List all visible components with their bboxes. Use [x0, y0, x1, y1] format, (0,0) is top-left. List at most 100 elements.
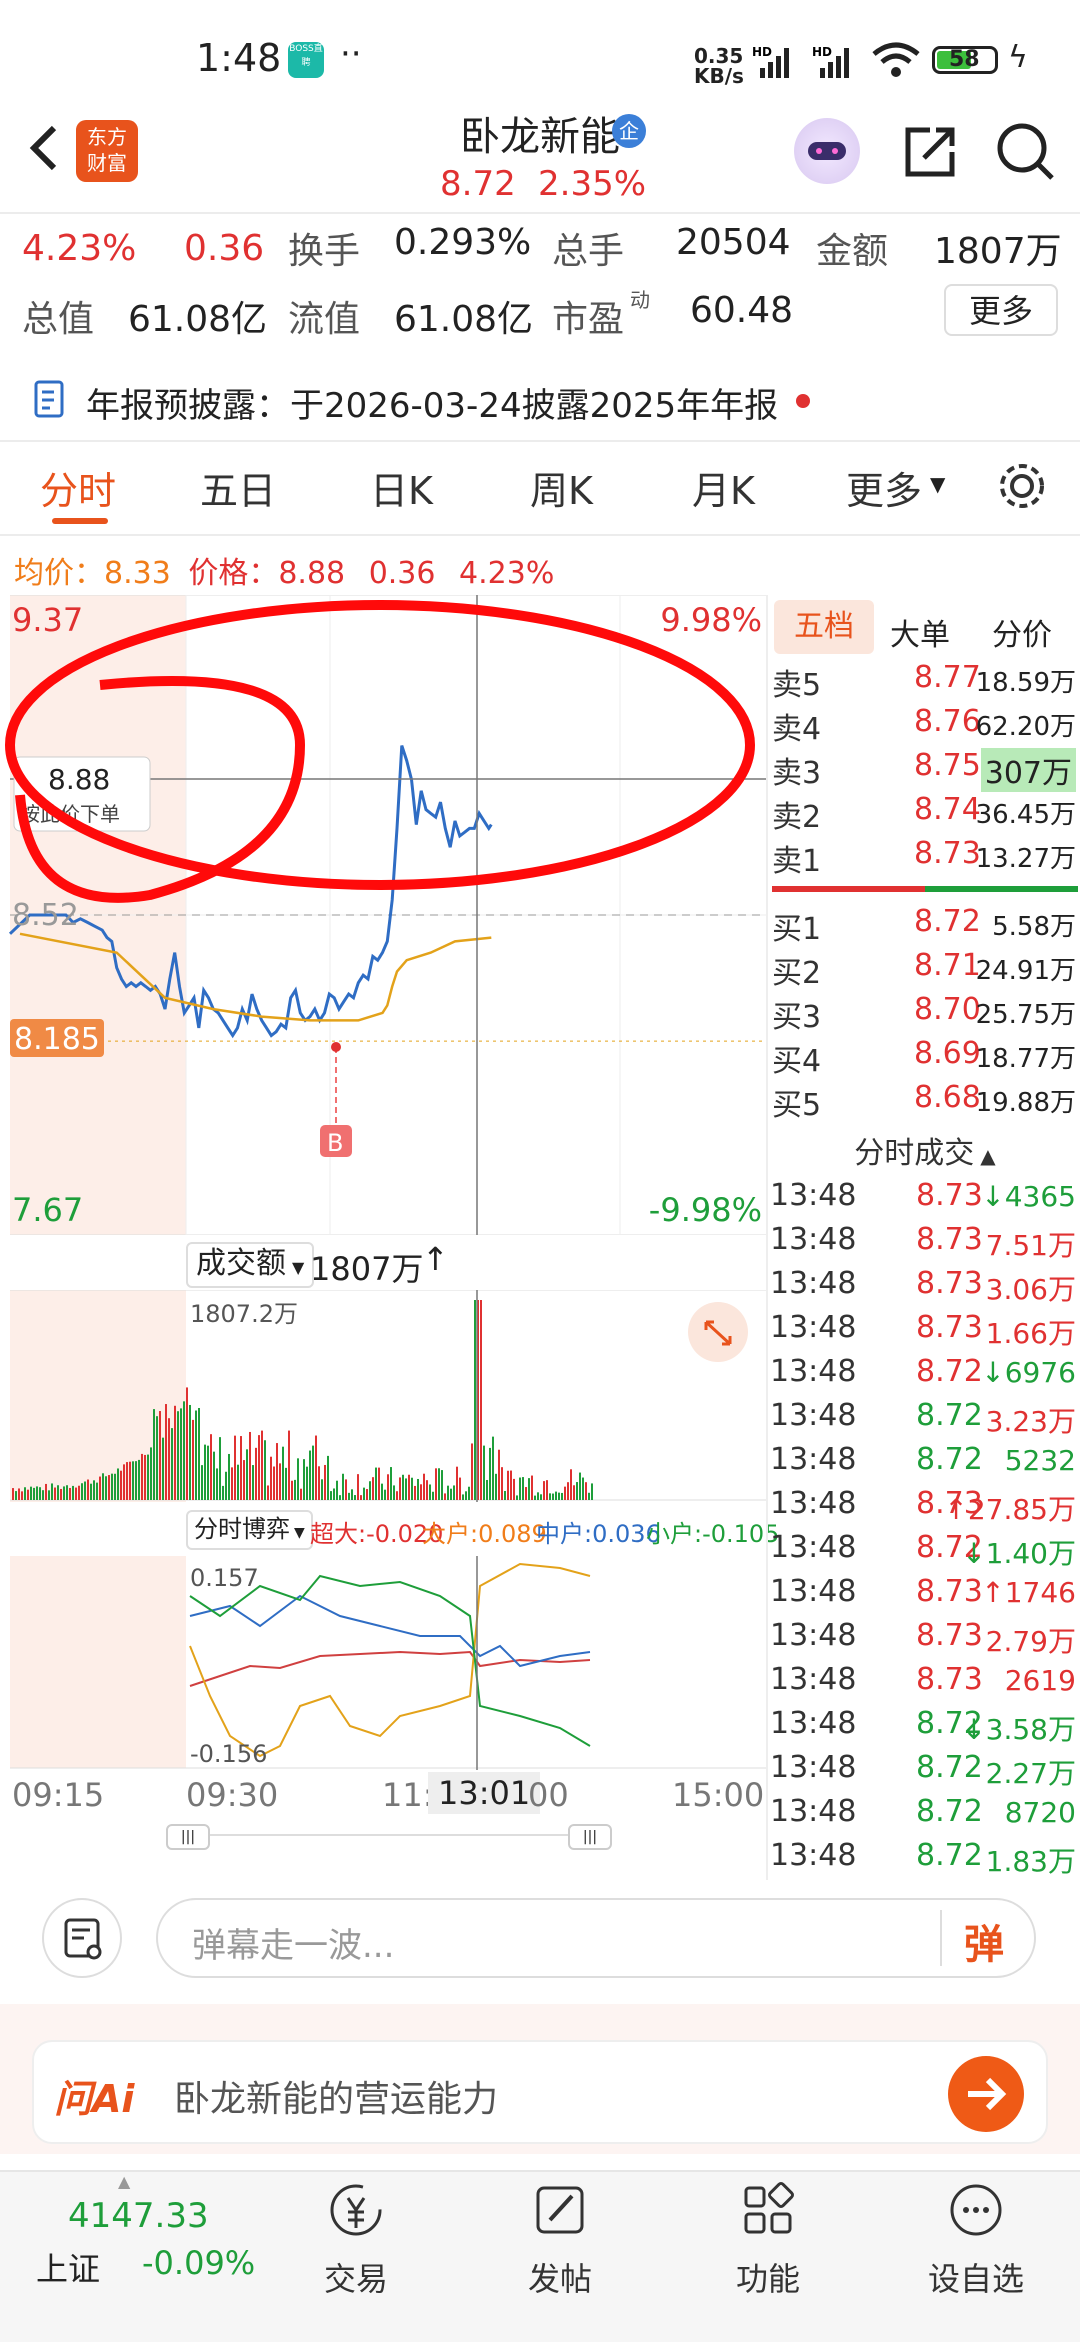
- ask-price: 8.76: [914, 704, 981, 739]
- volume-bar: [141, 1453, 143, 1500]
- trade-price: 8.73: [916, 1178, 983, 1213]
- ai-go-button[interactable]: [948, 2056, 1024, 2132]
- volume-max-label: 1807.2万: [190, 1300, 298, 1328]
- trade-time: 13:48: [770, 1574, 857, 1609]
- ask-row[interactable]: 卖4 8.76 62.20万: [772, 704, 1078, 748]
- nav-trade-label: 交易: [323, 2260, 388, 2298]
- ask-row[interactable]: 卖5 8.77 18.59万: [772, 660, 1078, 704]
- volume-bar: [432, 1491, 434, 1500]
- volume-bar: [36, 1486, 38, 1500]
- enterprise-badge: 企: [612, 114, 646, 148]
- settings-gear-icon[interactable]: [994, 458, 1050, 514]
- volume-bar: [459, 1477, 461, 1500]
- nav-functions-label: 功能: [735, 2260, 800, 2298]
- bid-row[interactable]: 买3 8.70 25.75万: [772, 992, 1078, 1036]
- volume-bar: [27, 1489, 29, 1500]
- nav-post[interactable]: 发帖: [490, 2180, 630, 2300]
- stat-vol: 20504: [676, 222, 791, 263]
- nav-trade[interactable]: 交易: [286, 2180, 426, 2300]
- ask-row[interactable]: 卖2 8.74 36.45万: [772, 792, 1078, 836]
- trade-row: 13:48 8.73 ↑1746: [770, 1574, 1080, 1618]
- bid-row[interactable]: 买2 8.71 24.91万: [772, 948, 1078, 992]
- bid-price: 8.69: [914, 1036, 981, 1071]
- volume-bar: [60, 1488, 62, 1500]
- index-value[interactable]: 4147.33: [68, 2196, 209, 2236]
- summary-pct: 4.23%: [459, 556, 555, 591]
- trade-volume: ↑1746: [981, 1576, 1076, 1609]
- volume-bar: [219, 1437, 221, 1500]
- flow-label: 分时博弈: [194, 1515, 290, 1543]
- trade-row: 13:48 8.73 ↓4365: [770, 1178, 1080, 1222]
- volume-bar: [591, 1483, 593, 1500]
- tab-more[interactable]: 更多: [846, 460, 922, 515]
- flow-max-label: 0.157: [190, 1564, 259, 1592]
- volume-bar: [126, 1462, 128, 1500]
- ask-row[interactable]: 卖1 8.73 13.27万: [772, 836, 1078, 880]
- range-slider[interactable]: ||| |||: [166, 1824, 612, 1858]
- nav-functions[interactable]: 功能: [698, 2180, 838, 2300]
- ai-ask-bar[interactable]: 问Ai 卧龙新能的营运能力: [32, 2040, 1048, 2144]
- volume-bar: [363, 1487, 365, 1500]
- nav-watchlist[interactable]: 设自选: [906, 2180, 1046, 2300]
- slider-handle-left[interactable]: |||: [166, 1824, 210, 1850]
- more-stats-button[interactable]: 更多: [944, 284, 1058, 336]
- volume-selector[interactable]: 成交额 ▼: [186, 1242, 315, 1288]
- price-summary: 均价：8.33 价格：8.88 0.36 4.23%: [14, 548, 554, 592]
- buy-marker-dot: [331, 1042, 341, 1052]
- orderbook-tab-large[interactable]: 大单: [890, 610, 950, 654]
- ask-level: 卖5: [772, 668, 822, 703]
- ai-prompt: 卧龙新能的营运能力: [174, 2079, 499, 2120]
- tabs-divider: [0, 534, 1080, 536]
- bid-row[interactable]: 买5 8.68 19.88万: [772, 1080, 1078, 1124]
- nav-caret-icon: ▲: [118, 2172, 131, 2191]
- trade-time: 13:48: [770, 1354, 857, 1389]
- robot-avatar-icon[interactable]: [794, 118, 860, 184]
- volume-bar: [567, 1482, 569, 1500]
- orderbook-tab-price[interactable]: 分价: [992, 610, 1052, 654]
- volume-bar: [372, 1477, 374, 1500]
- volume-bar: [396, 1491, 398, 1500]
- volume-bar: [354, 1495, 356, 1500]
- volume-bar: [105, 1476, 107, 1500]
- search-icon[interactable]: [994, 120, 1058, 184]
- volume-bar: [120, 1470, 122, 1500]
- trade-price: 8.72: [916, 1838, 983, 1873]
- flow-selector[interactable]: 分时博弈 ▼: [186, 1510, 313, 1550]
- volume-bar: [387, 1474, 389, 1500]
- share-icon[interactable]: [900, 122, 960, 182]
- trades-header-label: 分时成交: [854, 1136, 975, 1171]
- volume-bar: [318, 1466, 320, 1500]
- trade-time: 13:48: [770, 1750, 857, 1785]
- volume-bar: [327, 1455, 329, 1500]
- back-arrow-icon: [29, 125, 57, 171]
- danmaku-input[interactable]: 弹幕走一波... 弹: [156, 1898, 1036, 1978]
- tab-daily-k[interactable]: 日K: [370, 460, 433, 515]
- ask-price: 8.74: [914, 792, 981, 827]
- danmaku-settings-button[interactable]: [42, 1898, 122, 1978]
- danmaku-send-button[interactable]: 弹: [964, 1912, 1004, 1970]
- ask-level: 卖1: [772, 844, 822, 879]
- bid-row[interactable]: 买1 8.72 5.58万: [772, 904, 1078, 948]
- tab-five-day[interactable]: 五日: [200, 460, 276, 515]
- volume-bar: [78, 1485, 80, 1500]
- orderbook-tab-five[interactable]: 五档: [774, 600, 874, 654]
- volume-bar: [576, 1482, 578, 1500]
- trade-row: 13:48 8.72 ↓6976: [770, 1354, 1080, 1398]
- volume-bar: [204, 1444, 206, 1500]
- volume-bar: [174, 1405, 176, 1500]
- tab-weekly-k[interactable]: 周K: [530, 460, 593, 515]
- volume-bar: [522, 1477, 524, 1500]
- bid-row[interactable]: 买4 8.69 18.77万: [772, 1036, 1078, 1080]
- ask-row[interactable]: 卖3 8.75 307万: [772, 748, 1078, 792]
- volume-bar: [549, 1493, 551, 1500]
- pct-bottom-label: -9.98%: [649, 1191, 762, 1229]
- back-button[interactable]: [20, 118, 70, 178]
- tab-intraday[interactable]: 分时: [40, 460, 116, 515]
- flow-pre-shade: [10, 1556, 186, 1768]
- trades-header[interactable]: 分时成交 ▲: [770, 1128, 1080, 1172]
- intraday-price-chart[interactable]: 9.37 7.67 9.98% -9.98% 8.52 8.185 8.88 按…: [0, 595, 766, 1235]
- volume-bar: [579, 1472, 581, 1500]
- notice-bar[interactable]: 年报预披露：于2026-03-24披露2025年年报: [0, 370, 1080, 430]
- slider-handle-right[interactable]: |||: [568, 1824, 612, 1850]
- tab-monthly-k[interactable]: 月K: [692, 460, 755, 515]
